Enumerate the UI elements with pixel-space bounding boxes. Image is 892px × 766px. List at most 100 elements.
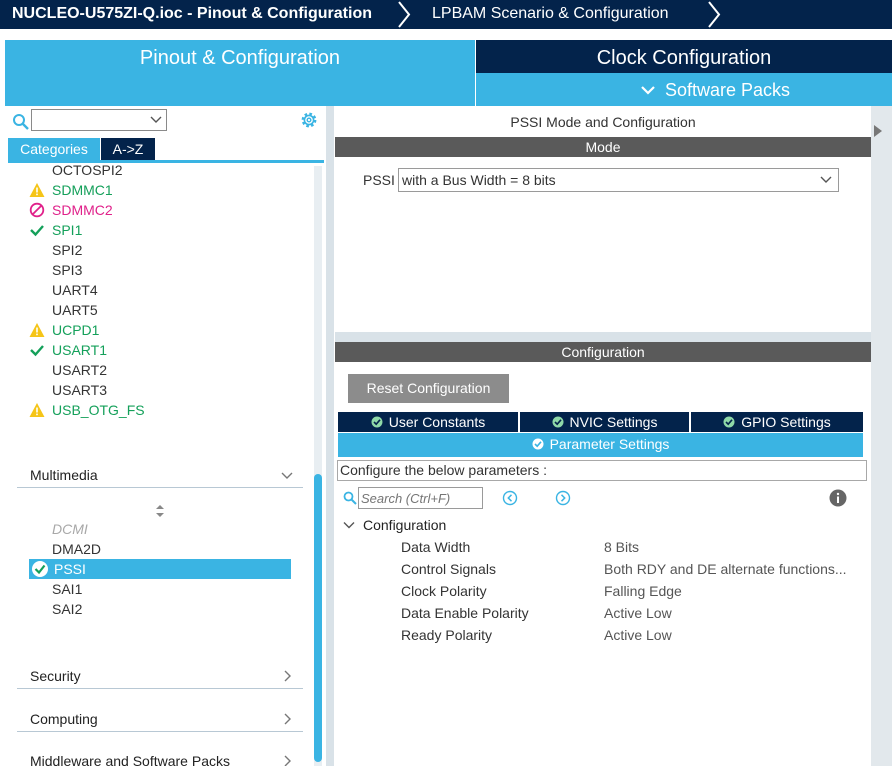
next-match-icon[interactable] bbox=[555, 490, 571, 506]
list-item-label: OCTOSPI2 bbox=[52, 162, 123, 178]
list-item-label: SDMMC2 bbox=[52, 202, 113, 218]
main-tabs: Pinout & Configuration Clock Configurati… bbox=[5, 40, 892, 106]
pssi-mode-label: PSSI bbox=[363, 172, 395, 188]
breadcrumb-lpbam[interactable]: LPBAM Scenario & Configuration bbox=[432, 0, 669, 29]
panel-splitter-horizontal[interactable] bbox=[335, 332, 871, 342]
list-item-octospi2[interactable]: OCTOSPI2 bbox=[52, 160, 123, 180]
list-item-ucpd1[interactable]: UCPD1 bbox=[29, 320, 100, 340]
pssi-mode-select[interactable]: with a Bus Width = 8 bits bbox=[398, 168, 839, 192]
list-item-dcmi[interactable]: DCMI bbox=[52, 519, 88, 539]
chevron-right-icon bbox=[284, 755, 291, 766]
sort-icon[interactable] bbox=[155, 504, 165, 518]
categories-panel: Categories A->Z OCTOSPI2 SDMMC1 SDMMC2 SPI1… bbox=[5, 106, 324, 766]
parameter-value[interactable]: Falling Edge bbox=[604, 583, 682, 599]
check-circle-icon bbox=[32, 561, 48, 577]
previous-match-icon[interactable] bbox=[502, 490, 518, 506]
category-security[interactable]: Security bbox=[17, 665, 303, 689]
tab-nvic-settings[interactable]: NVIC Settings bbox=[520, 412, 689, 432]
software-packs-menu[interactable]: Software Packs bbox=[476, 73, 892, 106]
breadcrumb-separator-icon bbox=[708, 1, 721, 28]
check-circle-icon bbox=[371, 416, 383, 428]
tab-gpio-settings[interactable]: GPIO Settings bbox=[691, 412, 863, 432]
list-item-label: UCPD1 bbox=[52, 322, 100, 338]
breadcrumb: NUCLEO-U575ZI-Q.ioc - Pinout & Configura… bbox=[0, 0, 892, 29]
tab-categories[interactable]: Categories bbox=[8, 138, 100, 160]
gear-icon[interactable] bbox=[299, 110, 319, 130]
list-item-usart2[interactable]: USART2 bbox=[52, 360, 107, 380]
list-item-dma2d[interactable]: DMA2D bbox=[52, 539, 101, 559]
breadcrumb-separator-icon bbox=[398, 1, 411, 28]
mode-panel: PSSI Mode and Configuration Mode PSSI wi… bbox=[335, 106, 871, 332]
parameter-name[interactable]: Control Signals bbox=[401, 561, 496, 577]
list-item-usart1[interactable]: USART1 bbox=[30, 340, 107, 360]
list-item-spi2[interactable]: SPI2 bbox=[52, 240, 82, 260]
tab-label: Parameter Settings bbox=[549, 436, 670, 452]
parameter-value[interactable]: 8 Bits bbox=[604, 539, 639, 555]
list-item-spi3[interactable]: SPI3 bbox=[52, 260, 82, 280]
category-security-label: Security bbox=[30, 668, 81, 684]
list-item-label: USB_OTG_FS bbox=[52, 402, 145, 418]
parameter-name[interactable]: Clock Polarity bbox=[401, 583, 487, 599]
breadcrumb-project[interactable]: NUCLEO-U575ZI-Q.ioc - Pinout & Configura… bbox=[12, 0, 372, 29]
tab-pinout-configuration[interactable]: Pinout & Configuration bbox=[5, 40, 475, 106]
list-item-label: SPI1 bbox=[52, 222, 83, 238]
peripheral-search-combo[interactable] bbox=[31, 109, 167, 131]
list-item-usb_otg_fs[interactable]: USB_OTG_FS bbox=[29, 400, 145, 420]
parameter-search-input[interactable] bbox=[358, 487, 483, 509]
category-multimedia-label: Multimedia bbox=[30, 467, 98, 483]
list-item-label: UART4 bbox=[52, 282, 98, 298]
tab-label: NVIC Settings bbox=[569, 414, 658, 430]
list-item-label: USART3 bbox=[52, 382, 107, 398]
parameter-name[interactable]: Data Width bbox=[401, 539, 470, 555]
list-item-sdmmc2[interactable]: SDMMC2 bbox=[29, 200, 113, 220]
category-computing[interactable]: Computing bbox=[17, 708, 303, 732]
tab-clock-configuration[interactable]: Clock Configuration bbox=[476, 40, 892, 73]
pssi-mode-value: with a Bus Width = 8 bits bbox=[402, 172, 556, 188]
category-computing-label: Computing bbox=[30, 711, 98, 727]
tab-label: User Constants bbox=[388, 414, 486, 430]
scroll-arrow-icon[interactable] bbox=[873, 124, 883, 138]
list-item-label: SDMMC1 bbox=[52, 182, 113, 198]
search-icon[interactable] bbox=[12, 113, 30, 131]
right-scrollbar[interactable] bbox=[871, 106, 892, 766]
check-circle-icon bbox=[723, 416, 735, 428]
configuration-group-label: Configuration bbox=[363, 517, 447, 533]
list-item-spi1[interactable]: SPI1 bbox=[30, 220, 83, 240]
tab-label: GPIO Settings bbox=[741, 414, 831, 430]
configure-hint: Configure the below parameters : bbox=[337, 460, 867, 481]
mode-header: Mode bbox=[335, 137, 871, 157]
list-item-sdmmc1[interactable]: SDMMC1 bbox=[29, 180, 113, 200]
tab-parameter-settings[interactable]: Parameter Settings bbox=[338, 433, 863, 457]
chevron-down-icon bbox=[820, 176, 832, 183]
search-icon[interactable] bbox=[343, 491, 357, 505]
warning-icon bbox=[29, 403, 45, 417]
configuration-header: Configuration bbox=[335, 342, 871, 362]
tab-a-z[interactable]: A->Z bbox=[101, 138, 155, 160]
list-item-label: SPI2 bbox=[52, 242, 83, 258]
left-scrollbar-thumb[interactable] bbox=[314, 474, 322, 762]
parameter-name[interactable]: Data Enable Polarity bbox=[401, 605, 529, 621]
warning-icon bbox=[29, 183, 45, 197]
reset-configuration-button[interactable]: Reset Configuration bbox=[348, 374, 509, 403]
parameter-value[interactable]: Active Low bbox=[604, 627, 672, 643]
list-item-sai1[interactable]: SAI1 bbox=[52, 579, 82, 599]
info-icon[interactable] bbox=[829, 489, 847, 507]
parameter-value[interactable]: Both RDY and DE alternate functions... bbox=[604, 561, 847, 577]
list-item-sai2[interactable]: SAI2 bbox=[52, 599, 82, 619]
tab-user-constants[interactable]: User Constants bbox=[338, 412, 518, 432]
parameter-name[interactable]: Ready Polarity bbox=[401, 627, 492, 643]
category-multimedia[interactable]: Multimedia bbox=[17, 464, 303, 488]
list-item-usart3[interactable]: USART3 bbox=[52, 380, 107, 400]
software-packs-label: Software Packs bbox=[665, 80, 791, 100]
category-middleware[interactable]: Middleware and Software Packs bbox=[17, 750, 303, 766]
chevron-right-icon bbox=[284, 713, 291, 725]
parameter-value[interactable]: Active Low bbox=[604, 605, 672, 621]
check-circle-icon bbox=[532, 438, 544, 450]
configuration-group[interactable]: Configuration bbox=[343, 517, 446, 533]
list-item-uart5[interactable]: UART5 bbox=[52, 300, 98, 320]
mode-panel-title: PSSI Mode and Configuration bbox=[510, 114, 696, 130]
category-middleware-label: Middleware and Software Packs bbox=[30, 753, 230, 766]
list-item-uart4[interactable]: UART4 bbox=[52, 280, 98, 300]
list-item-pssi-selected[interactable]: PSSI bbox=[29, 559, 291, 579]
panel-splitter[interactable] bbox=[326, 106, 334, 766]
